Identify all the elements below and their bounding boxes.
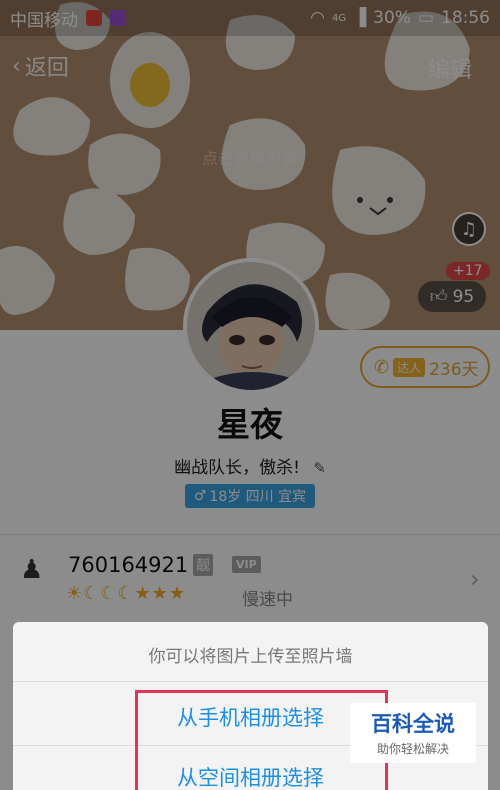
sheet-divider bbox=[13, 681, 488, 682]
choose-from-space-album-button[interactable]: 从空间相册选择 bbox=[13, 762, 488, 790]
watermark-subtitle: 助你轻松解决 bbox=[376, 742, 449, 756]
action-sheet-title: 你可以将图片上传至照片墙 bbox=[148, 647, 353, 667]
watermark-title: 百科全说 bbox=[371, 712, 455, 736]
watermark: 百科全说 助你轻松解决 bbox=[350, 703, 476, 763]
